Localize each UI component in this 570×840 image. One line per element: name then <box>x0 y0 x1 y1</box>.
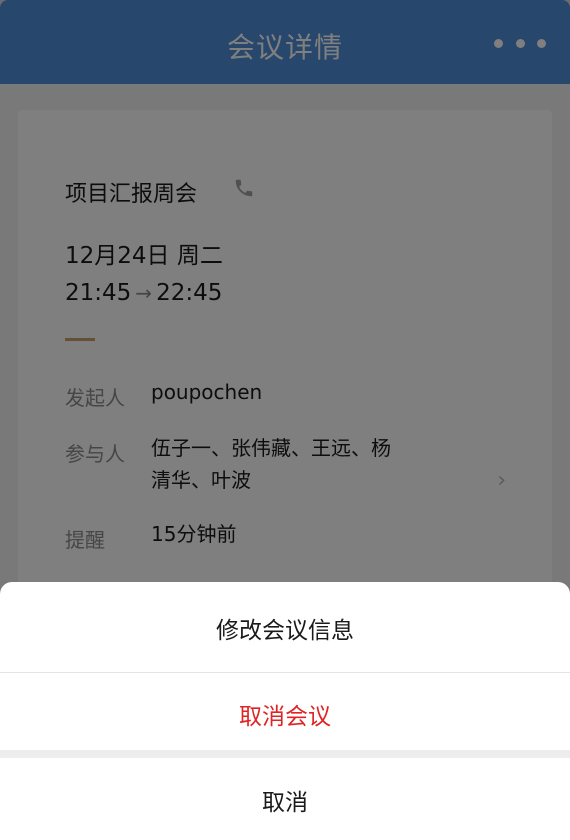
edit-meeting-button[interactable]: 修改会议信息 <box>0 586 570 670</box>
cancel-button[interactable]: 取消 <box>0 758 570 840</box>
action-sheet: 修改会议信息 取消会议 取消 <box>0 582 570 840</box>
sheet-gap <box>0 750 570 758</box>
cancel-meeting-button[interactable]: 取消会议 <box>0 672 570 756</box>
